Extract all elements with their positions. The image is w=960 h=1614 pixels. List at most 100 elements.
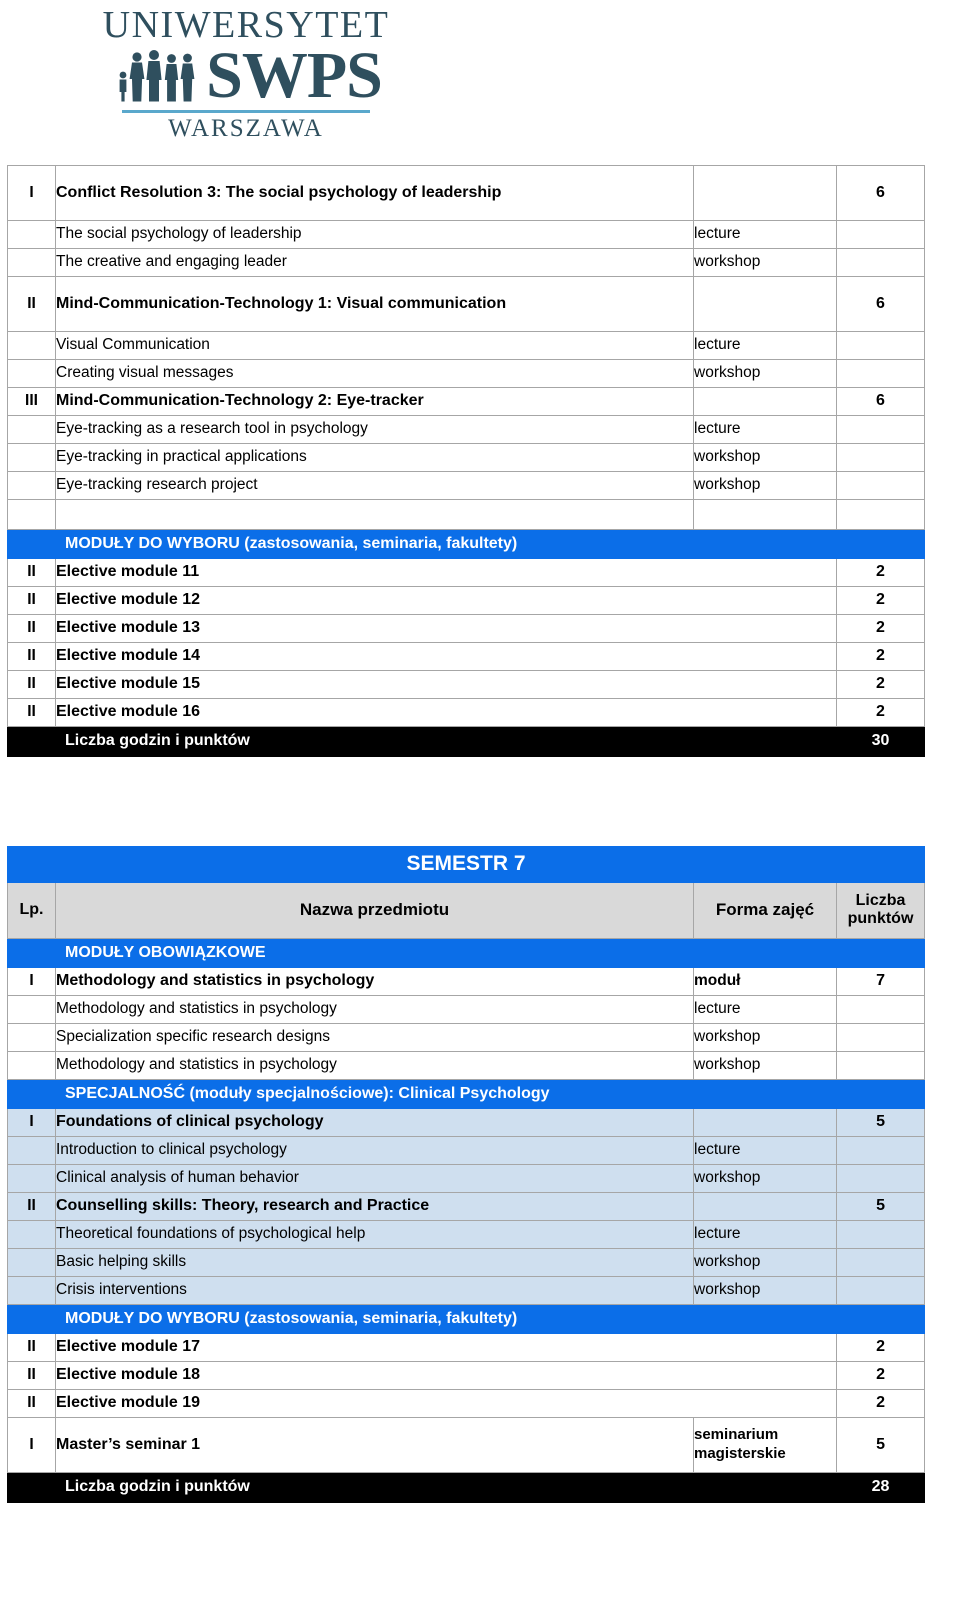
semester7-head: SEMESTR 7 Lp. Nazwa przedmiotu Forma zaj… <box>6 846 926 939</box>
cell-points: 2 <box>836 642 925 671</box>
cell-lp <box>7 726 56 757</box>
course-row: Introduction to clinical psychology lectu… <box>7 1136 926 1165</box>
cell-lp <box>7 1276 56 1305</box>
cell-subject-name: Creating visual messages <box>55 359 694 388</box>
logo-university-word: UNIWERSYTET <box>102 4 390 46</box>
cell-lp: II <box>7 1389 56 1418</box>
cell-class-form <box>693 387 837 416</box>
cell-lp <box>7 471 56 500</box>
cell-class-form: workshop <box>693 443 837 472</box>
cell-subject-name: The creative and engaging leader <box>55 248 694 277</box>
cell-class-form: lecture <box>693 220 837 249</box>
section-banner-label: MODUŁY DO WYBORU (zastosowania, seminari… <box>54 1304 926 1334</box>
cell-points: 6 <box>836 165 925 221</box>
cell-subject-name: Conflict Resolution 3: The social psycho… <box>55 165 694 221</box>
cell-class-form: workshop <box>693 359 837 388</box>
semester6-rows: I Conflict Resolution 3: The social psych… <box>7 165 925 757</box>
cell-subject-name: Methodology and statistics in psychology <box>55 995 694 1024</box>
course-row: Clinical analysis of human behavior works… <box>7 1164 926 1193</box>
cell-class-form: seminarium magisterskie <box>693 1417 837 1473</box>
logo-brand-word: SWPS <box>206 39 383 113</box>
course-row: Visual Communication lecture <box>7 331 925 360</box>
section-banner-row: MODUŁY DO WYBORU (zastosowania, seminari… <box>7 1304 926 1334</box>
section-banner-label: MODUŁY DO WYBORU (zastosowania, seminari… <box>55 529 925 559</box>
cell-subject-name: Elective module 17 <box>55 1333 837 1362</box>
cell-lp <box>7 1023 56 1052</box>
elective-module-row: II Elective module 15 2 <box>7 670 925 699</box>
course-row: Eye-tracking research project workshop <box>7 471 925 500</box>
cell-lp <box>7 359 56 388</box>
cell-subject-name: Eye-tracking as a research tool in psych… <box>55 415 694 444</box>
cell-subject-name: Eye-tracking research project <box>55 471 694 500</box>
cell-class-form: workshop <box>693 1276 837 1305</box>
cell-class-form: lecture <box>693 1136 837 1165</box>
course-row: Basic helping skills workshop <box>7 1248 926 1277</box>
cell-points: 5 <box>835 1108 926 1137</box>
module-row: I Methodology and statistics in psycholog… <box>7 967 926 996</box>
semester7-table: SEMESTR 7 Lp. Nazwa przedmiotu Forma zaj… <box>6 846 926 1503</box>
cell-class-form <box>693 1192 837 1221</box>
cell-points <box>835 1136 926 1165</box>
cell-lp <box>7 248 56 277</box>
elective-module-row: II Elective module 13 2 <box>7 614 925 643</box>
semester6-table: I Conflict Resolution 3: The social psych… <box>7 165 925 757</box>
cell-lp: II <box>7 1333 56 1362</box>
section-banner-label: SPECJALNOŚĆ (moduły specjalnościowe): Cl… <box>54 1079 926 1109</box>
logo-divider-rule <box>122 110 370 113</box>
cell-subject-name: Basic helping skills <box>55 1248 694 1277</box>
cell-points <box>836 499 925 530</box>
cell-points: 2 <box>836 670 925 699</box>
cell-lp: II <box>7 1361 56 1390</box>
cell-lp <box>7 443 56 472</box>
elective-module-row: II Elective module 19 2 <box>7 1389 926 1418</box>
cell-class-form: lecture <box>693 331 837 360</box>
cell-points <box>836 443 925 472</box>
cell-subject-name: Master’s seminar 1 <box>55 1417 694 1473</box>
elective-module-row: II Elective module 12 2 <box>7 586 925 615</box>
cell-subject-name: Specialization specific research designs <box>55 1023 694 1052</box>
module-row: I Foundations of clinical psychology 5 <box>7 1108 926 1137</box>
cell-subject-name: Liczba godzin i punktów <box>55 1472 694 1503</box>
elective-module-row: II Elective module 17 2 <box>7 1333 926 1362</box>
cell-subject-name: Eye-tracking in practical applications <box>55 443 694 472</box>
cell-subject-name: Clinical analysis of human behavior <box>55 1164 694 1193</box>
cell-lp: II <box>7 614 56 643</box>
column-header-lp: Lp. <box>7 882 56 939</box>
cell-points <box>835 1164 926 1193</box>
cell-subject-name <box>55 499 694 530</box>
banner-lp-spacer <box>7 1304 56 1334</box>
cell-subject-name: The social psychology of leadership <box>55 220 694 249</box>
cell-lp: II <box>7 558 56 587</box>
cell-class-form <box>693 165 837 221</box>
people-silhouette-icon <box>119 50 195 102</box>
cell-points: 5 <box>835 1192 926 1221</box>
module-row: II Mind-Communication-Technology 1: Visua… <box>7 276 925 332</box>
cell-lp: II <box>7 276 56 332</box>
banner-lp-spacer <box>7 1079 56 1109</box>
cell-class-form: lecture <box>693 1220 837 1249</box>
course-row: Crisis interventions workshop <box>7 1276 926 1305</box>
cell-lp: I <box>7 165 56 221</box>
logo-brand-row: SWPS <box>116 39 383 113</box>
semester7-title-row: SEMESTR 7 <box>6 846 926 883</box>
cell-lp <box>7 1472 56 1503</box>
cell-subject-name: Elective module 13 <box>55 614 837 643</box>
course-row: The social psychology of leadership lectu… <box>7 220 925 249</box>
cell-subject-name: Theoretical foundations of psychological… <box>55 1220 694 1249</box>
section-banner-row: MODUŁY OBOWIĄZKOWE <box>7 938 926 968</box>
cell-lp <box>7 331 56 360</box>
cell-points <box>836 331 925 360</box>
cell-subject-name: Elective module 14 <box>55 642 837 671</box>
total-row: Liczba godzin i punktów 30 <box>7 726 925 757</box>
cell-lp: II <box>7 698 56 727</box>
cell-points: 28 <box>835 1472 926 1503</box>
course-row: Eye-tracking in practical applications wo… <box>7 443 925 472</box>
cell-points: 6 <box>836 276 925 332</box>
cell-class-form: lecture <box>693 995 837 1024</box>
cell-subject-name: Elective module 15 <box>55 670 837 699</box>
cell-lp <box>7 1136 56 1165</box>
cell-points <box>835 1248 926 1277</box>
cell-lp <box>7 499 56 530</box>
column-header-points-line1: Liczba <box>855 891 906 909</box>
cell-lp: II <box>7 670 56 699</box>
